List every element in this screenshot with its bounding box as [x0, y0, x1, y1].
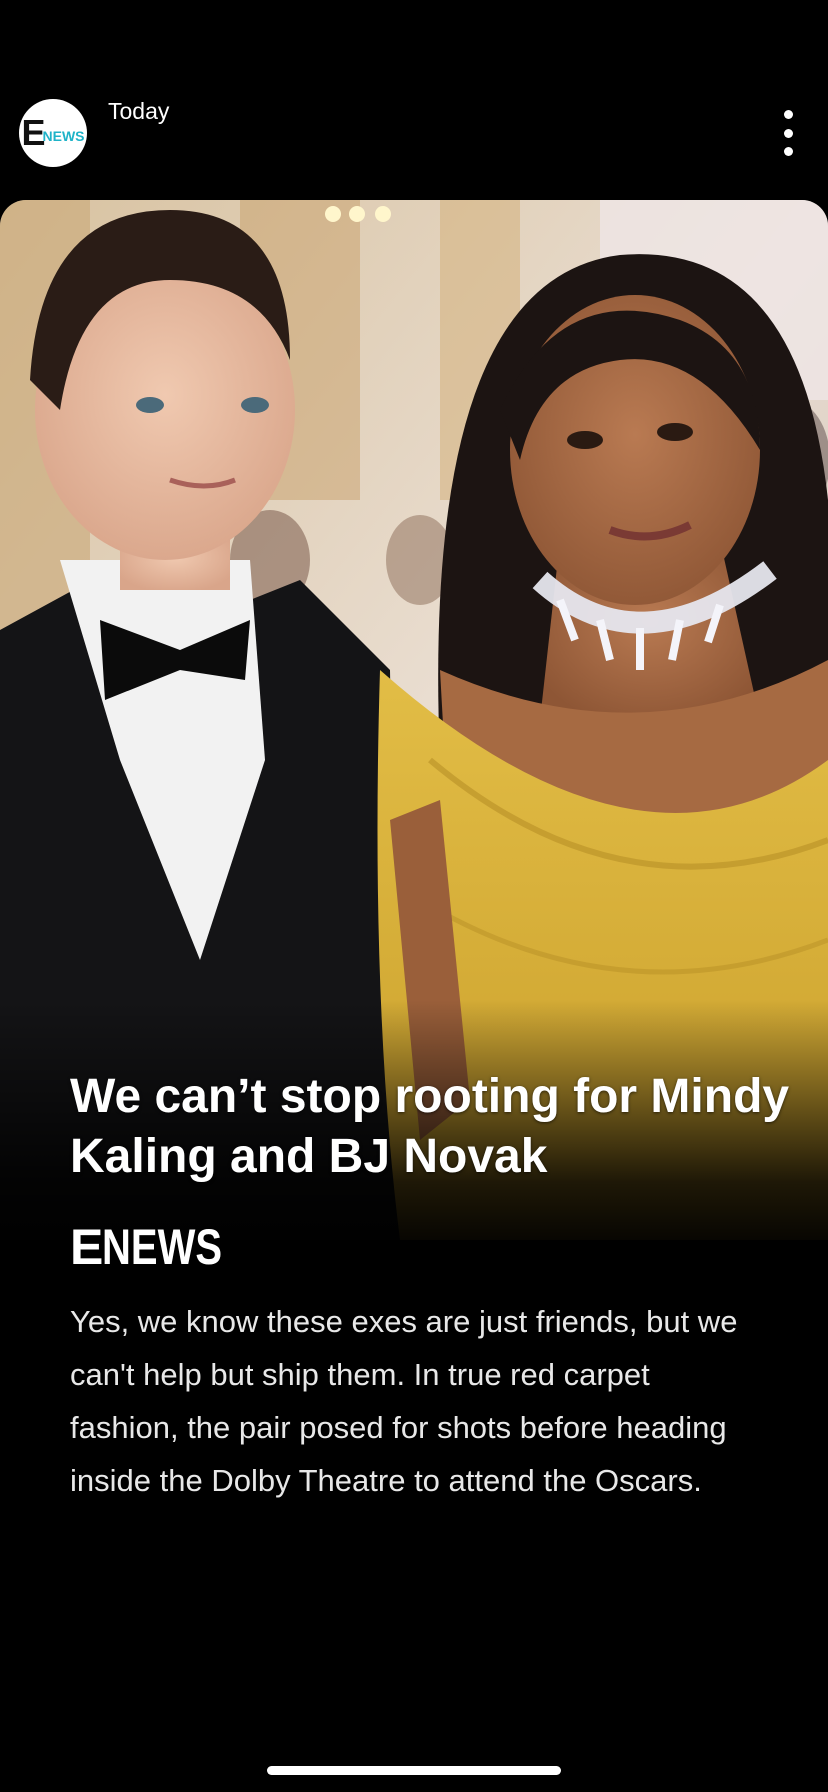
home-indicator[interactable] [267, 1766, 561, 1775]
story-date-label: Today [108, 98, 170, 124]
brand-logo-text: NEWS [102, 1219, 223, 1275]
more-options-button[interactable] [776, 110, 800, 156]
more-vertical-icon-dot [783, 128, 793, 138]
publisher-logo-letter: E [21, 112, 45, 153]
story-body-text: Yes, we know these exes are just friends… [70, 1304, 738, 1498]
story-card[interactable]: We can’t stop rooting for Mindy Kaling a… [0, 200, 828, 1792]
more-vertical-icon [783, 110, 793, 119]
publisher-avatar[interactable]: E NEWS [19, 99, 87, 167]
more-vertical-icon-dot [783, 147, 793, 156]
brand-logo: E NEWS [70, 1219, 252, 1275]
brand-logo-letter: E [70, 1219, 103, 1275]
publisher-logo-text: NEWS [42, 128, 85, 144]
story-header: E NEWS Today [0, 0, 828, 200]
story-headline: We can’t stop rooting for Mindy Kaling a… [70, 1070, 790, 1183]
